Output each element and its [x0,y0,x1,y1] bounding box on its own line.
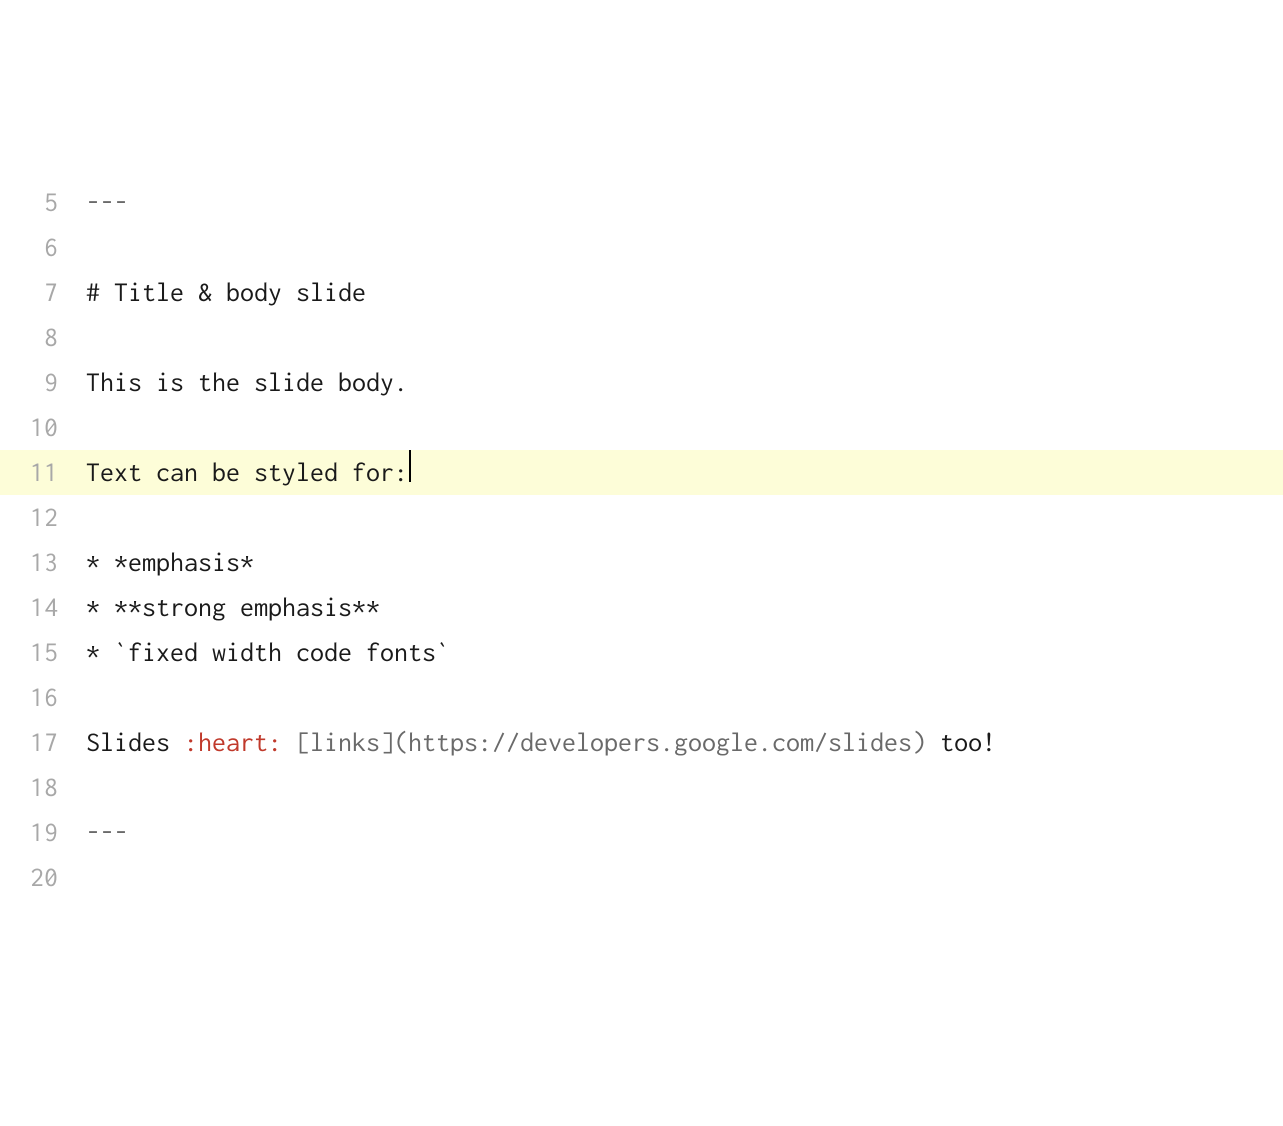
line-content[interactable]: Slides :heart: [links](https://developer… [66,720,996,765]
token-emoji: :heart: [184,720,282,765]
text-cursor [409,450,411,482]
line-content[interactable]: This is the slide body. [66,360,408,405]
token-default: too! [926,720,996,765]
line-content[interactable]: Text can be styled for: [66,450,411,495]
line-number: 17 [0,720,66,765]
editor-line[interactable]: 6 [0,225,1283,270]
code-editor[interactable]: 5 --- 67 # Title & body slide 89 This is the … [0,180,1283,901]
line-content[interactable]: --- [66,180,128,225]
token-punc: --- [86,180,128,225]
token-link: [links](https://developers.google.com/sl… [296,720,926,765]
editor-line[interactable]: 16 [0,675,1283,720]
editor-line[interactable]: 10 [0,405,1283,450]
line-number: 16 [0,675,66,720]
editor-line[interactable]: 17Slides :heart: [links](https://develop… [0,720,1283,765]
token-default: * *emphasis* [86,540,254,585]
editor-line[interactable]: 9 This is the slide body. [0,360,1283,405]
line-number: 14 [0,585,66,630]
editor-line[interactable]: 14 * **strong emphasis** [0,585,1283,630]
editor-line[interactable]: 15 * `fixed width code fonts` [0,630,1283,675]
editor-line[interactable]: 5 --- [0,180,1283,225]
line-number: 18 [0,765,66,810]
line-content[interactable]: # Title & body slide [66,270,366,315]
line-number: 6 [0,225,66,270]
line-number: 10 [0,405,66,450]
token-default: * **strong emphasis** [86,585,380,630]
editor-line[interactable]: 18 [0,765,1283,810]
line-content[interactable]: * **strong emphasis** [66,585,380,630]
line-content[interactable]: --- [66,810,128,855]
token-default: Slides [86,720,184,765]
line-number: 15 [0,630,66,675]
line-number: 13 [0,540,66,585]
line-number: 11 [0,450,66,495]
line-content[interactable]: * `fixed width code fonts` [66,630,450,675]
token-default: # Title & body slide [86,270,366,315]
line-number: 7 [0,270,66,315]
token-default: This is the slide body. [86,360,408,405]
line-number: 12 [0,495,66,540]
line-number: 9 [0,360,66,405]
line-number: 19 [0,810,66,855]
editor-line[interactable]: 8 [0,315,1283,360]
token-default: Text can be styled for: [86,450,408,495]
token-default [282,720,296,765]
line-number: 8 [0,315,66,360]
editor-line[interactable]: 7 # Title & body slide [0,270,1283,315]
token-punc: --- [86,810,128,855]
editor-line[interactable]: 19 --- [0,810,1283,855]
editor-line[interactable]: 11 Text can be styled for: [0,450,1283,495]
line-content[interactable]: * *emphasis* [66,540,254,585]
line-number: 5 [0,180,66,225]
editor-line[interactable]: 20 [0,855,1283,900]
editor-line[interactable]: 13 * *emphasis* [0,540,1283,585]
line-number: 20 [0,855,66,900]
token-default: * `fixed width code fonts` [86,630,450,675]
editor-line[interactable]: 12 [0,495,1283,540]
